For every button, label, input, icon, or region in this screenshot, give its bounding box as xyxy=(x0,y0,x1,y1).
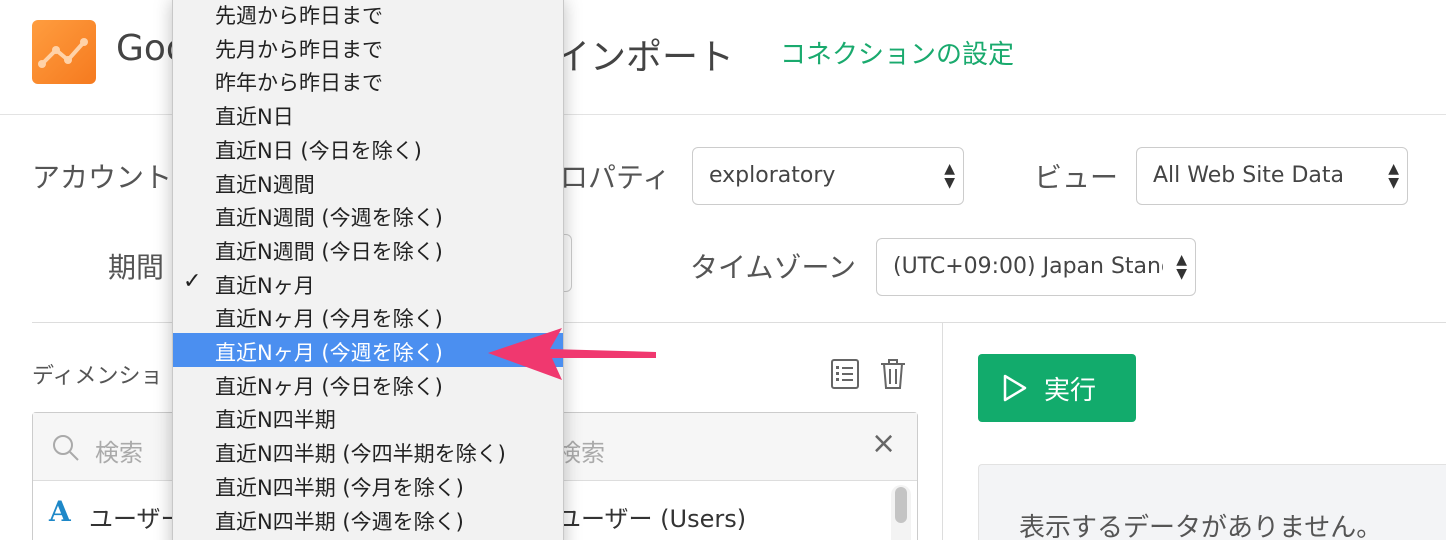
menu-item-label: 昨年から昨日まで xyxy=(215,71,383,96)
menu-item[interactable]: 先月から昨日まで xyxy=(173,30,563,64)
select-arrows-icon: ▲ ▼ xyxy=(944,161,955,191)
left-list-item[interactable]: ユーザー xyxy=(89,499,185,534)
page-title-right: インポート xyxy=(554,37,735,78)
run-button[interactable]: 実行 xyxy=(978,354,1136,422)
menu-item[interactable]: ✓ 直近Nヶ月 xyxy=(173,266,563,300)
property-label: ロパティ xyxy=(560,161,671,194)
list-scrollbar[interactable] xyxy=(891,485,911,540)
menu-item-label: 直近Nヶ月 (今日を除く) xyxy=(215,374,443,399)
menu-item[interactable]: 直近N週間 (今日を除く) xyxy=(173,232,563,266)
menu-item-label: 直近N四半期 (今週を除く) xyxy=(215,509,464,534)
right-search-input[interactable]: 検索 xyxy=(557,433,605,468)
annotation-arrow-icon xyxy=(488,328,656,380)
checklist-icon[interactable] xyxy=(830,358,860,390)
menu-item-label: 直近N日 xyxy=(215,105,294,130)
view-label: ビュー xyxy=(1034,161,1119,194)
period-dropdown-menu[interactable]: 先週から昨日まで 先月から昨日まで 昨年から昨日まで 直近N日直近N日 (今日を除く)… xyxy=(172,0,564,540)
close-icon[interactable]: × xyxy=(871,429,896,459)
trash-icon[interactable] xyxy=(878,358,908,390)
select-arrows-icon: ▲ ▼ xyxy=(1388,161,1399,191)
menu-item[interactable]: 直近N四半期 (今四半期を除く) xyxy=(173,434,563,468)
search-icon xyxy=(53,435,79,461)
timezone-select-value: (UTC+09:00) Japan Standard Time xyxy=(893,254,1163,279)
run-button-label: 実行 xyxy=(1044,376,1097,406)
menu-item-label: 直近Nヶ月 (今週を除く) xyxy=(215,341,443,365)
menu-item-label: 直近N四半期 (今月を除く) xyxy=(215,475,464,500)
analytics-line-icon xyxy=(38,38,88,68)
menu-item-label: 直近N四半期 (今四半期を除く) xyxy=(215,442,506,467)
left-search-input[interactable]: 検索 xyxy=(95,433,143,468)
dimension-label: ディメンショ xyxy=(32,364,163,389)
pane-divider xyxy=(942,322,943,540)
menu-item-label: 直近N週間 (今週を除く) xyxy=(215,206,443,231)
menu-item[interactable]: 直近N週間 xyxy=(173,165,563,199)
menu-item[interactable]: 直近N四半期 xyxy=(173,400,563,434)
period-label: 期間 xyxy=(108,251,165,284)
checkmark-icon: ✓ xyxy=(183,268,202,294)
connection-settings-link[interactable]: コネクションの設定 xyxy=(780,34,1014,71)
menu-item-label: 先月から昨日まで xyxy=(215,37,383,62)
menu-item-label: 直近Nヶ月 (今月を除く) xyxy=(215,307,443,332)
scrollbar-thumb[interactable] xyxy=(895,487,907,523)
menu-item[interactable]: 直近N日 (今日を除く) xyxy=(173,131,563,165)
menu-item[interactable]: 直近N四半期 (今週を除く) xyxy=(173,502,563,536)
app-logo xyxy=(32,20,96,84)
view-select-value: All Web Site Data xyxy=(1153,163,1344,188)
menu-item[interactable]: 先週から昨日まで xyxy=(173,0,563,30)
menu-item-label: 直近Nヶ月 xyxy=(215,273,315,298)
menu-item[interactable]: 直近N週間 (今週を除く) xyxy=(173,198,563,232)
menu-item[interactable]: 直近N四半期 (今月を除く) xyxy=(173,468,563,502)
menu-item[interactable]: 昨年から昨日まで xyxy=(173,63,563,97)
attribute-type-icon: A xyxy=(49,495,71,528)
account-label: アカウント xyxy=(32,161,173,194)
property-select-value: exploratory xyxy=(709,163,836,188)
timezone-select[interactable]: (UTC+09:00) Japan Standard Time ▲▼ xyxy=(876,238,1196,296)
empty-message: 表示するデータがありません。 xyxy=(1019,513,1383,540)
menu-item-label: 直近N週間 xyxy=(215,172,315,197)
menu-item[interactable]: 直近N日 xyxy=(173,97,563,131)
right-list-item[interactable]: ユーザー (Users) xyxy=(557,499,746,534)
menu-item-label: 直近N日 (今日を除く) xyxy=(215,138,422,163)
view-select[interactable]: All Web Site Data ▲ ▼ xyxy=(1136,147,1408,205)
result-panel: 表示するデータがありません。 xyxy=(978,464,1446,540)
menu-item-label: 先週から昨日まで xyxy=(215,4,383,28)
select-arrows-icon: ▲ ▼ xyxy=(1176,252,1187,282)
menu-item-label: 直近N週間 (今日を除く) xyxy=(215,239,443,264)
timezone-label: タイムゾーン xyxy=(690,251,857,284)
play-icon xyxy=(1003,374,1027,402)
property-select[interactable]: exploratory ▲ ▼ xyxy=(692,147,964,205)
menu-item-label: 直近N四半期 xyxy=(215,408,336,433)
